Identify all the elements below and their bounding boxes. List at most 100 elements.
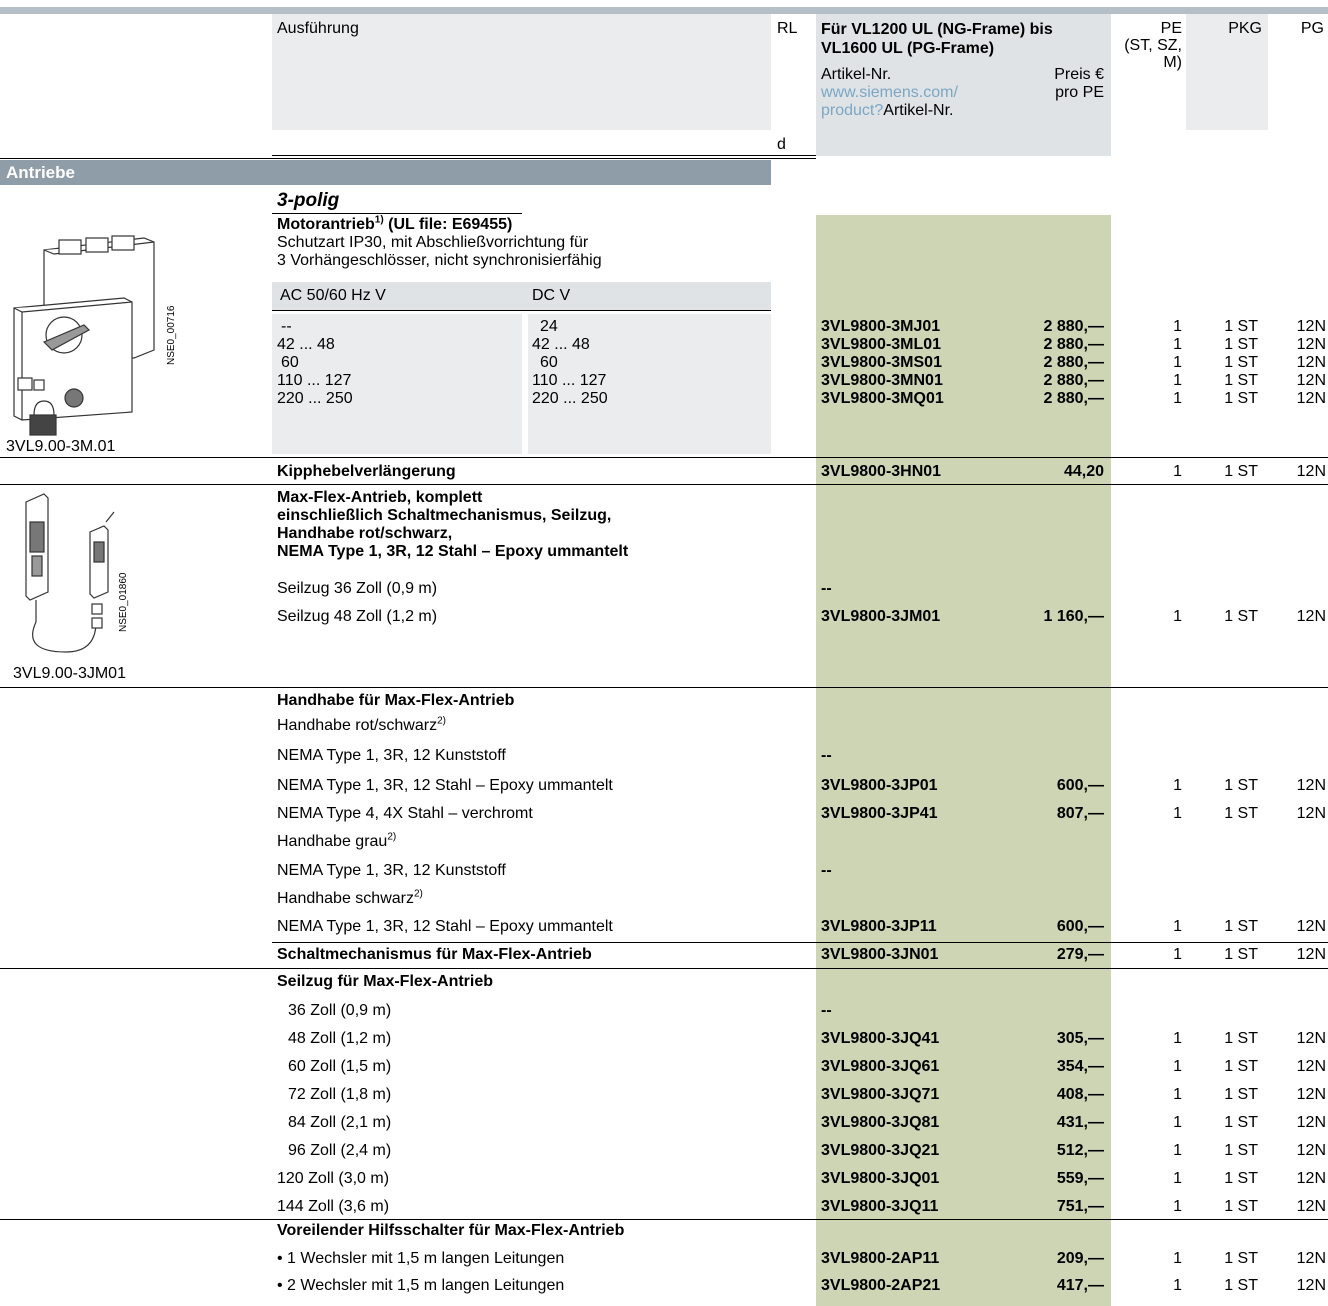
motor-row-article: 3VL9800-3MQ01 (821, 390, 944, 407)
header-rl: RL (777, 20, 798, 37)
seilzug-row-pg: 12N (1296, 1198, 1326, 1215)
vorei-row-pg: 12N (1296, 1277, 1326, 1294)
seilzug-row-label: 84 Zoll (2,1 m) (288, 1114, 392, 1131)
vorei-row-article: 3VL9800-2AP21 (821, 1277, 941, 1294)
handhabe-row-pkg: 1 ST (1224, 918, 1258, 935)
section-title: Antriebe (6, 163, 75, 182)
header-vl-title: Für VL1200 UL (NG-Frame) bis VL1600 UL (… (821, 21, 1053, 57)
schalt-article: 3VL9800-3JN01 (821, 946, 939, 963)
seilzug-row-pkg: 1 ST (1224, 1114, 1258, 1131)
motor-row-pkg: 1 ST (1224, 390, 1258, 407)
handhabe-row-price: 600,— (1056, 777, 1104, 794)
kipp-article: 3VL9800-3HN01 (821, 463, 942, 480)
motor-row-pg: 12N (1296, 336, 1326, 353)
seilzug-row-pe: 1 (1173, 1086, 1182, 1103)
motor-row-pg: 12N (1296, 318, 1326, 335)
header-pg: PG (1300, 20, 1324, 37)
seilzug-row-pkg: 1 ST (1224, 1030, 1258, 1047)
handhabe-row-price: 807,— (1056, 805, 1104, 822)
vorei-row-pe: 1 (1173, 1277, 1182, 1294)
motor-drive-image: NSE0_00716 (13, 235, 177, 436)
handhabe-row-label: NEMA Type 4, 4X Stahl – verchromt (277, 805, 533, 822)
seilzug-row-price: 751,— (1056, 1198, 1104, 1215)
maxflex-r2-pkg: 1 ST (1224, 608, 1258, 625)
handhabe-row-label: Handhabe rot/schwarz2) (277, 715, 446, 734)
seilzug-row-pe: 1 (1173, 1198, 1182, 1215)
subsection-title: 3-polig (277, 190, 340, 211)
kipp-label: Kipphebelverlängerung (277, 463, 456, 480)
motor-row-pkg: 1 ST (1224, 372, 1258, 389)
rule-vorei (0, 1219, 1328, 1220)
handhabe-title: Handhabe für Max-Flex-Antrieb (277, 692, 515, 709)
seilzug-row-article: 3VL9800-3JQ41 (821, 1030, 940, 1047)
section-bar: Antriebe (0, 160, 771, 185)
vorei-row-article: 3VL9800-2AP11 (821, 1250, 940, 1267)
maxflex-r1-label: Seilzug 36 Zoll (0,9 m) (277, 580, 438, 597)
motor-row-article: 3VL9800-3ML01 (821, 336, 942, 353)
footnote-ref: 2) (387, 831, 397, 843)
seilzug-row-price: 431,— (1056, 1114, 1104, 1131)
header-rule-2 (0, 158, 816, 159)
maxflex-r1-article: -- (821, 580, 832, 597)
handhabe-row-pg: 12N (1296, 777, 1326, 794)
handhabe-row-article: -- (821, 862, 832, 879)
col-ac-header: AC 50/60 Hz V (280, 287, 386, 304)
motor-row-article: 3VL9800-3MJ01 (821, 318, 941, 335)
motor-row-pkg: 1 ST (1224, 354, 1258, 371)
vorei-row-price: 209,— (1056, 1250, 1104, 1267)
handhabe-row-article: -- (821, 747, 832, 764)
motor-row-dc: 42 ... 48 (532, 336, 590, 353)
seilzug-row-price: 559,— (1056, 1170, 1104, 1187)
header-pe: PE (ST, SZ, M) (1124, 20, 1182, 71)
handhabe-row-label: NEMA Type 1, 3R, 12 Kunststoff (277, 862, 506, 879)
rule-kipp (0, 457, 1328, 458)
handhabe-row-pg: 12N (1296, 918, 1326, 935)
vorei-row-pkg: 1 ST (1224, 1277, 1258, 1294)
vorei-row-pe: 1 (1173, 1250, 1182, 1267)
schalt-pg: 12N (1296, 946, 1326, 963)
vorei-row-price: 417,— (1056, 1277, 1104, 1294)
vorei-row-pkg: 1 ST (1224, 1250, 1258, 1267)
motor-row-dc: 60 (540, 354, 558, 371)
seilzug-title: Seilzug für Max-Flex-Antrieb (277, 973, 494, 990)
product-link[interactable]: product? (821, 102, 883, 119)
motor-row-ac: 42 ... 48 (277, 336, 335, 353)
maxflex-r2-price: 1 160,— (1043, 608, 1104, 625)
seilzug-row-label: 48 Zoll (1,2 m) (288, 1030, 392, 1047)
siemens-link[interactable]: www.siemens.com/ (821, 84, 958, 102)
handhabe-row-pkg: 1 ST (1224, 777, 1258, 794)
handhabe-row-label: Handhabe grau2) (277, 831, 397, 850)
motor-row-price: 2 880,— (1043, 336, 1104, 353)
header-pkg: PKG (1228, 20, 1262, 37)
handhabe-row-label: NEMA Type 1, 3R, 12 Stahl – Epoxy ummant… (277, 777, 613, 794)
kipp-pe: 1 (1173, 463, 1182, 480)
maxflex-image-code: NSE0_01860 (118, 572, 129, 632)
motor-row-pe: 1 (1173, 354, 1182, 371)
header-rule (272, 155, 816, 156)
header-artikel: Artikel-Nr. www.siemens.com/ product?Art… (821, 66, 958, 119)
seilzug-row-pkg: 1 ST (1224, 1170, 1258, 1187)
handhabe-row-pe: 1 (1173, 918, 1182, 935)
handhabe-row-article: 3VL9800-3JP11 (821, 918, 937, 935)
header-preis: Preis € pro PE (1054, 66, 1104, 101)
handhabe-row-label: Handhabe schwarz2) (277, 888, 423, 907)
seilzug-row-pe: 1 (1173, 1030, 1182, 1047)
maxflex-heading: Max-Flex-Antrieb, komplett einschließlic… (277, 489, 629, 560)
motor-row-pe: 1 (1173, 318, 1182, 335)
col-dc-header: DC V (532, 287, 571, 304)
motor-row-pg: 12N (1296, 372, 1326, 389)
seilzug-row-article: 3VL9800-3JQ81 (821, 1114, 940, 1131)
seilzug-row-pkg: 1 ST (1224, 1142, 1258, 1159)
motor-row-pe: 1 (1173, 336, 1182, 353)
seilzug-row-article: 3VL9800-3JQ11 (821, 1198, 939, 1215)
seilzug-row-label: 60 Zoll (1,5 m) (288, 1058, 392, 1075)
subsection-rule (272, 213, 522, 214)
col-header-rule (272, 310, 771, 311)
schalt-pe: 1 (1173, 946, 1182, 963)
seilzug-row-pg: 12N (1296, 1058, 1326, 1075)
schalt-price: 279,— (1056, 946, 1104, 963)
maxflex-r2-label: Seilzug 48 Zoll (1,2 m) (277, 608, 438, 625)
max-flex-image: NSE0_01860 (25, 493, 129, 653)
seilzug-row-price: 408,— (1056, 1086, 1104, 1103)
footnote-ref: 2) (437, 715, 446, 727)
